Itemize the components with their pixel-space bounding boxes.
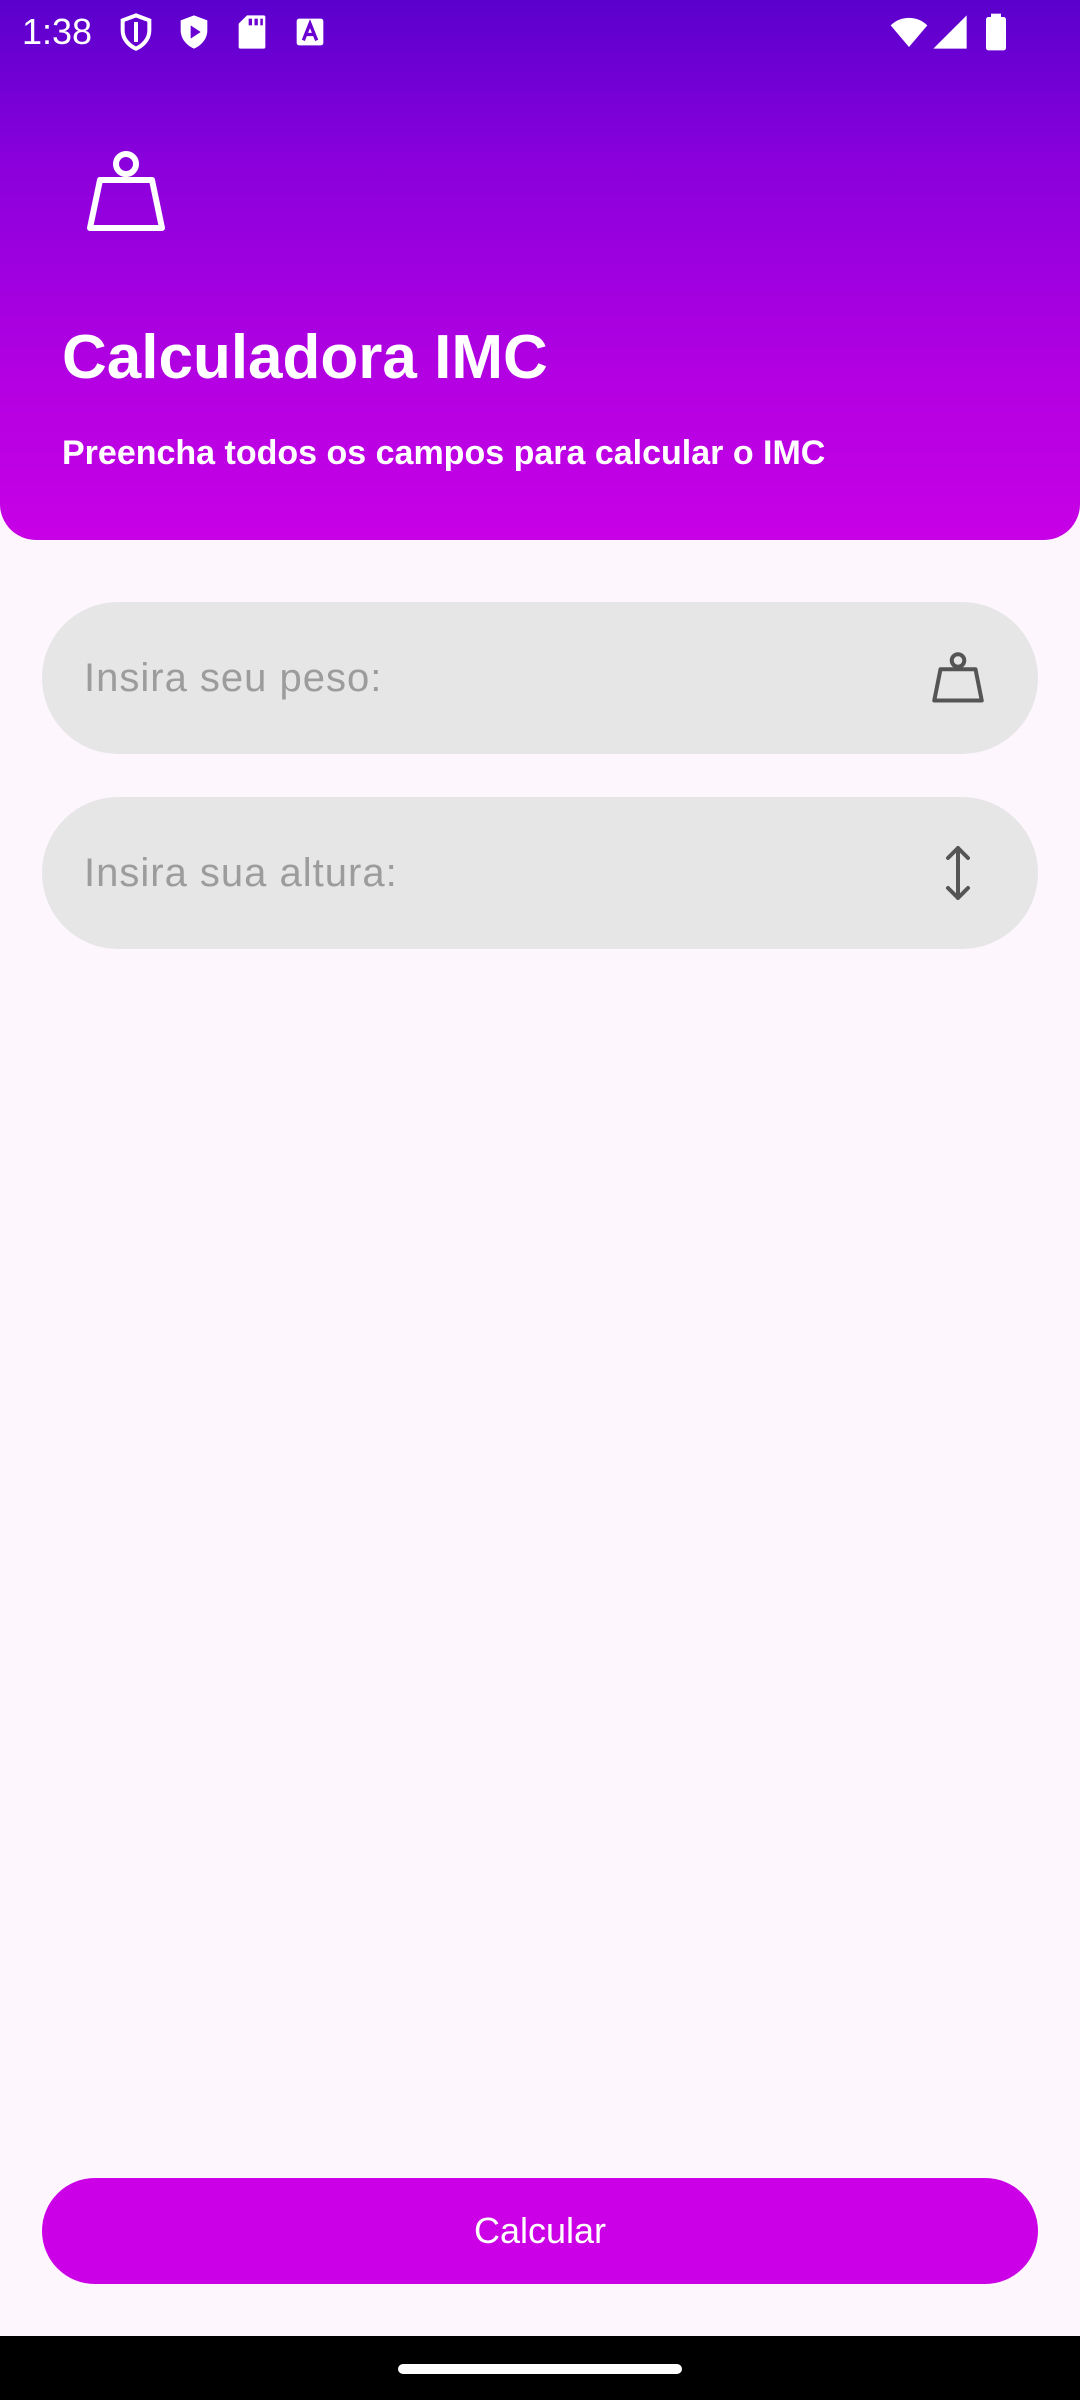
battery-icon — [986, 13, 1006, 51]
font-a-icon — [296, 18, 324, 46]
shield-play-icon — [180, 15, 208, 49]
home-gesture-handle[interactable] — [398, 2364, 682, 2374]
signal-icon — [933, 15, 967, 49]
wifi-icon — [890, 17, 928, 47]
weight-icon — [932, 652, 984, 703]
weight-input[interactable] — [84, 602, 904, 754]
weight-field[interactable] — [42, 602, 1038, 754]
status-time: 1:38 — [22, 11, 93, 52]
calculate-button[interactable]: Calcular — [42, 2178, 1038, 2284]
page-title: Calculadora IMC — [62, 323, 548, 392]
vertical-arrows-icon — [946, 846, 970, 900]
shield-outline-icon — [120, 13, 152, 51]
page-subtitle: Preencha todos os campos para calcular o… — [62, 434, 826, 472]
header: 1:38 Calculadora IMC Preencha todos os c… — [0, 0, 1080, 540]
imc-calculator-screen: 1:38 Calculadora IMC Preencha todos os c… — [0, 0, 1080, 2400]
navigation-bar — [0, 2336, 1080, 2400]
height-field[interactable] — [42, 797, 1038, 949]
sd-card-icon — [238, 15, 266, 49]
status-bar: 1:38 — [0, 0, 1080, 64]
height-input[interactable] — [84, 797, 904, 949]
weight-icon — [87, 151, 165, 231]
